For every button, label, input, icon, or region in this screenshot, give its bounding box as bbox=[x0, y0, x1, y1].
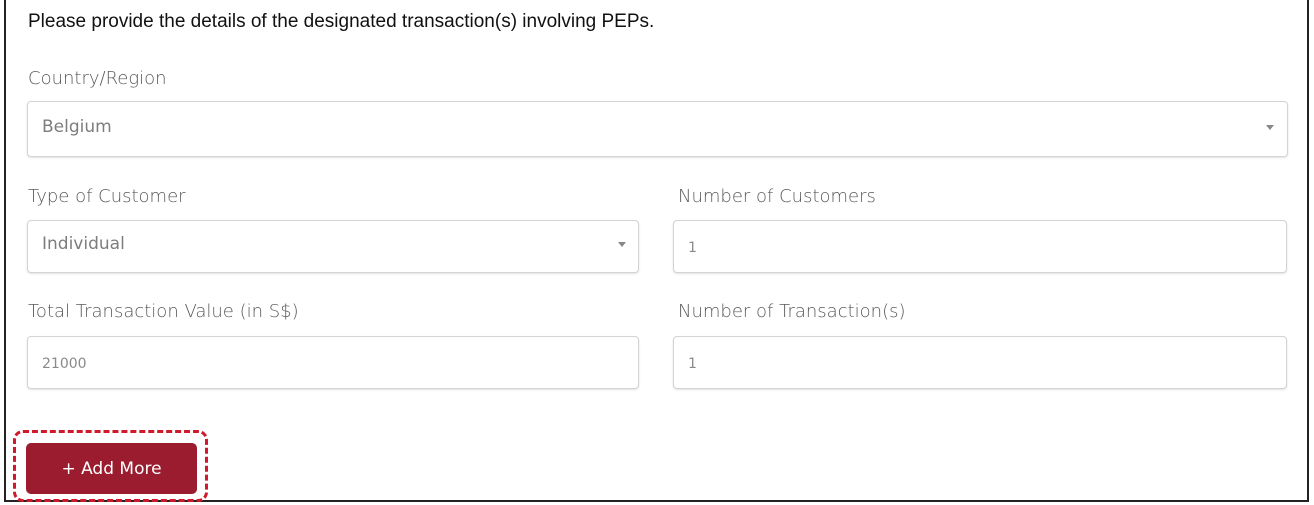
num-transactions-label: Number of Transaction(s) bbox=[678, 301, 906, 322]
total-value-value: 21000 bbox=[42, 356, 87, 372]
customer-type-value: Individual bbox=[42, 234, 125, 254]
num-transactions-value: 1 bbox=[688, 356, 697, 372]
customer-type-label: Type of Customer bbox=[28, 186, 186, 207]
country-select[interactable]: Belgium bbox=[27, 101, 1288, 157]
customer-type-select[interactable]: Individual bbox=[27, 220, 639, 273]
country-value: Belgium bbox=[42, 117, 112, 137]
num-customers-value: 1 bbox=[688, 240, 697, 256]
chevron-down-icon bbox=[618, 242, 626, 247]
num-transactions-input[interactable]: 1 bbox=[673, 336, 1287, 389]
add-more-button[interactable]: + Add More bbox=[26, 443, 197, 494]
total-value-label: Total Transaction Value (in S$) bbox=[28, 301, 299, 322]
form-panel: Please provide the details of the design… bbox=[4, 0, 1309, 502]
chevron-down-icon bbox=[1266, 125, 1274, 130]
total-value-input[interactable]: 21000 bbox=[27, 336, 639, 389]
form-heading: Please provide the details of the design… bbox=[28, 11, 655, 32]
country-label: Country/Region bbox=[28, 68, 167, 89]
num-customers-label: Number of Customers bbox=[678, 186, 876, 207]
num-customers-input[interactable]: 1 bbox=[673, 220, 1287, 273]
